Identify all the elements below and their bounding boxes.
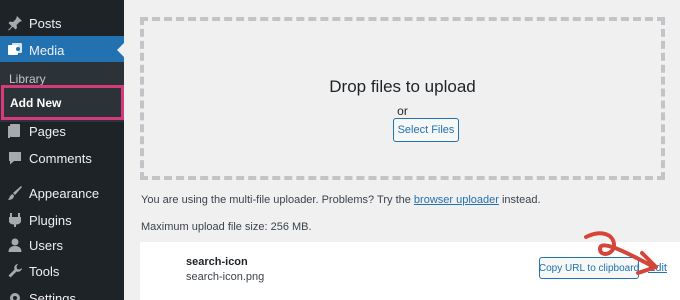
max-upload-size: Maximum upload file size: 256 MB. [141, 221, 312, 233]
sidebar-item-posts[interactable]: Posts [0, 9, 124, 37]
sidebar-item-label: Settings [29, 290, 76, 300]
plugin-icon [7, 212, 23, 228]
sidebar-item-label: Plugins [29, 212, 72, 228]
notice-text-suffix: instead. [498, 194, 541, 206]
pin-icon [7, 15, 23, 31]
sidebar-item-settings[interactable]: Settings [0, 284, 124, 300]
sidebar-item-label: Users [29, 237, 63, 253]
sidebar-item-label: Comments [29, 150, 92, 166]
file-filename: search-icon.png [186, 271, 265, 283]
submenu-item-library[interactable]: Library [9, 72, 46, 86]
submenu-item-add-new[interactable]: Add New [1, 85, 124, 120]
users-icon [7, 237, 23, 253]
sidebar-item-label: Pages [29, 123, 66, 139]
select-files-button[interactable]: Select Files [393, 118, 459, 142]
sidebar-item-label: Media [29, 42, 65, 58]
upload-drop-zone[interactable]: Drop files to upload or Select Files [140, 17, 665, 180]
annotation-arrow-icon [584, 231, 658, 275]
sidebar-item-label: Posts [29, 15, 62, 31]
tools-icon [7, 263, 23, 279]
sidebar-item-appearance[interactable]: Appearance [0, 179, 124, 207]
sidebar-item-tools[interactable]: Tools [0, 257, 124, 285]
sidebar-item-comments[interactable]: Comments [0, 144, 124, 172]
sidebar-item-users[interactable]: Users [0, 231, 124, 259]
sidebar-item-plugins[interactable]: Plugins [0, 206, 124, 234]
submenu-item-label: Add New [10, 96, 62, 110]
drop-zone-title: Drop files to upload [329, 77, 476, 96]
media-icon [7, 42, 23, 58]
settings-icon [7, 290, 23, 300]
sidebar-item-media[interactable]: Media [0, 36, 124, 64]
drop-zone-or: or [397, 104, 408, 118]
sidebar-item-label: Appearance [29, 185, 100, 201]
sidebar-item-pages[interactable]: Pages [0, 117, 124, 145]
browser-uploader-link[interactable]: browser uploader [414, 194, 499, 206]
notice-text: You are using the multi-file uploader. P… [141, 194, 414, 206]
brush-icon [7, 185, 23, 201]
sidebar-item-label: Tools [29, 263, 60, 279]
main-content: Drop files to upload or Select Files You… [124, 0, 680, 300]
pages-icon [7, 123, 23, 139]
admin-sidebar: Posts Media Library Add New Pages Commen… [0, 0, 124, 300]
comments-icon [7, 150, 23, 166]
file-title: search-icon [186, 256, 248, 268]
multi-uploader-notice: You are using the multi-file uploader. P… [141, 194, 541, 206]
